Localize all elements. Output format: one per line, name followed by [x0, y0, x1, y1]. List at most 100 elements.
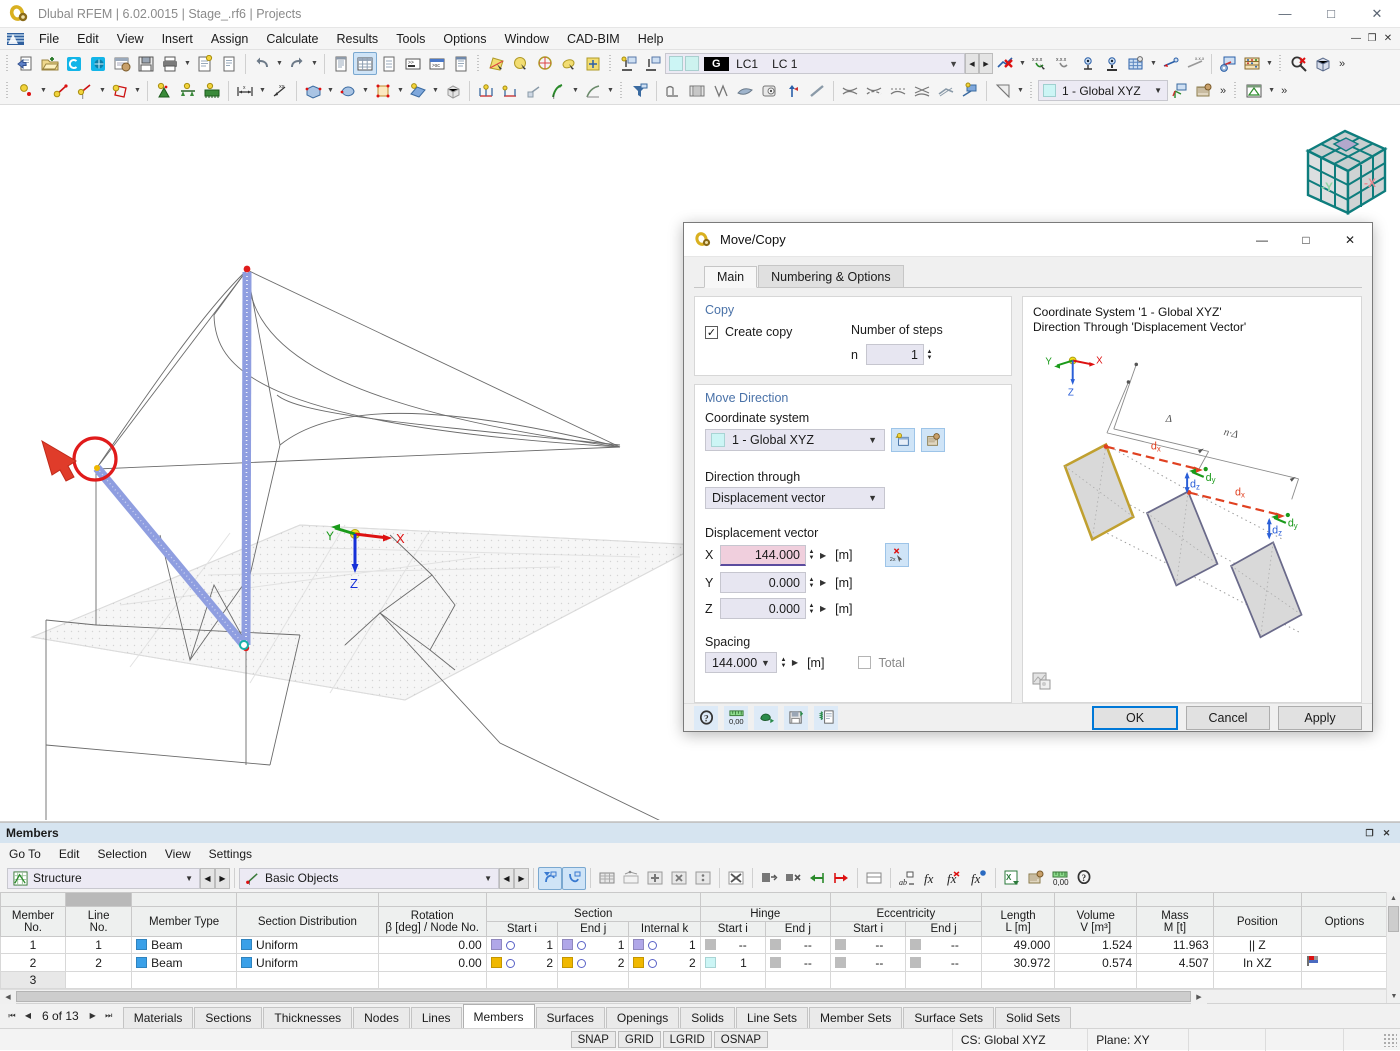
cell-mass[interactable]: 4.507: [1136, 953, 1214, 972]
tab-prev-button[interactable]: ◀: [20, 1006, 36, 1026]
col-mass[interactable]: Mass M [t]: [1136, 906, 1214, 937]
solid-block-icon[interactable]: [301, 79, 325, 102]
work-plane-caret[interactable]: ▼: [1266, 79, 1277, 102]
tab-last-button[interactable]: ⏭: [101, 1006, 117, 1026]
scroll-left-arrow-icon[interactable]: ◀: [0, 989, 16, 1004]
cell-line-no[interactable]: 1: [65, 936, 133, 954]
new-line-icon[interactable]: [49, 79, 73, 102]
surface-set-caret[interactable]: ▼: [430, 79, 441, 102]
list-panel-icon[interactable]: [377, 52, 401, 75]
members-menu-view[interactable]: View: [156, 845, 200, 863]
col-hinge-start[interactable]: Start i: [699, 921, 766, 937]
window-minimize-button[interactable]: —: [1262, 0, 1308, 28]
table-view-icon[interactable]: [595, 867, 619, 890]
mdi-close-button[interactable]: ✕: [1380, 31, 1396, 47]
window-close-button[interactable]: ✕: [1354, 0, 1400, 28]
solid-shape-caret[interactable]: ▼: [360, 79, 371, 102]
displacement-x-expand-icon[interactable]: ▶: [817, 551, 829, 560]
show-numbering-icon[interactable]: x.x.x: [1028, 52, 1052, 75]
cell-ecc-start[interactable]: [829, 971, 907, 989]
cell-hinge-end[interactable]: --: [764, 936, 831, 954]
edit-coordinate-system-button[interactable]: [921, 428, 945, 452]
dialog-maximize-button[interactable]: □: [1284, 223, 1328, 257]
col-section-start[interactable]: Start i: [485, 921, 559, 937]
delete-results-icon[interactable]: [993, 52, 1017, 75]
cell-rotation[interactable]: 0.00: [377, 936, 487, 954]
insert-left-icon[interactable]: [805, 867, 829, 890]
displacement-z-expand-icon[interactable]: ▶: [817, 604, 829, 613]
new-line-options-caret[interactable]: ▼: [97, 79, 108, 102]
structure-prev-button[interactable]: ◀: [200, 867, 215, 889]
redo-dropdown-caret[interactable]: ▼: [309, 52, 320, 75]
members-menu-edit[interactable]: Edit: [50, 845, 89, 863]
opening-icon[interactable]: [371, 79, 395, 102]
chevron-down-icon[interactable]: ▼: [1154, 86, 1162, 95]
menu-item-cad-bim[interactable]: CAD-BIM: [558, 30, 629, 48]
report-panel-icon[interactable]: [449, 52, 473, 75]
osnap-toggle-button[interactable]: OSNAP: [713, 1031, 769, 1048]
structure-selector[interactable]: Structure ▼: [7, 867, 200, 889]
dialog-tab-main[interactable]: Main: [704, 266, 758, 288]
cell-position[interactable]: In XZ: [1212, 953, 1302, 972]
navigator-icon[interactable]: [329, 52, 353, 75]
load-case-selector[interactable]: G LC1 LC 1 ▼: [665, 53, 965, 74]
render-settings-icon[interactable]: [1216, 52, 1240, 75]
hscroll-thumb[interactable]: [16, 991, 1191, 1002]
tab-surfaces[interactable]: Surfaces: [535, 1007, 605, 1028]
rename-icon[interactable]: ab: [895, 867, 919, 890]
cell-position[interactable]: [1212, 971, 1302, 989]
table-horizontal-scrollbar[interactable]: ◀ ▶: [0, 989, 1400, 1004]
members-menu-settings[interactable]: Settings: [200, 845, 261, 863]
cell-length[interactable]: 49.000: [980, 936, 1056, 954]
create-copy-checkbox[interactable]: ✓: [705, 325, 718, 339]
show-loads-icon[interactable]: [1159, 52, 1183, 75]
cell-section-distribution[interactable]: Uniform: [236, 953, 379, 972]
grid-toggle-caret[interactable]: ▼: [1148, 52, 1159, 75]
col-ecc-start[interactable]: Start i: [829, 921, 907, 937]
new-surface-icon[interactable]: [108, 79, 132, 102]
result-diagram3-icon[interactable]: [886, 79, 910, 102]
menu-item-view[interactable]: View: [108, 30, 153, 48]
show-supports-icon[interactable]: [1076, 52, 1100, 75]
cell-hinge-start[interactable]: 1: [699, 953, 766, 972]
members-panel-close-button[interactable]: ✕: [1379, 826, 1394, 841]
tab-solids[interactable]: Solids: [680, 1007, 735, 1028]
cell-rotation[interactable]: 0.00: [377, 953, 487, 972]
cell-length[interactable]: 30.972: [980, 953, 1056, 972]
tab-openings[interactable]: Openings: [605, 1007, 680, 1028]
toolbar-grip[interactable]: [608, 54, 614, 73]
dialog-close-button[interactable]: ✕: [1328, 223, 1372, 257]
table-row[interactable]: 2 2 Beam Uniform 0.00 2 2 2 1 -- -- -- 3…: [0, 953, 1389, 972]
tab-nodes[interactable]: Nodes: [353, 1007, 410, 1028]
undo-icon[interactable]: [250, 52, 274, 75]
scroll-up-arrow-icon[interactable]: ▲: [1387, 892, 1400, 905]
toolbar-grip[interactable]: [476, 54, 482, 73]
select-objects-icon[interactable]: [485, 52, 509, 75]
member-hinge2-icon[interactable]: [498, 79, 522, 102]
number-of-steps-stepper[interactable]: ▲ ▼: [924, 344, 935, 365]
new-node-caret[interactable]: ▼: [38, 79, 49, 102]
dialog-import-button[interactable]: [754, 705, 778, 730]
deformation-icon[interactable]: [709, 79, 733, 102]
cell-options[interactable]: [1300, 953, 1389, 972]
cell-section-internal[interactable]: 2: [628, 953, 701, 972]
members-panel-restore-button[interactable]: ❐: [1362, 826, 1377, 841]
chevron-down-icon[interactable]: ▼: [868, 435, 877, 445]
select-circle-icon[interactable]: [509, 52, 533, 75]
table-panel-icon[interactable]: [353, 52, 377, 75]
tab-next-button[interactable]: ▶: [85, 1006, 101, 1026]
extrude-icon[interactable]: [781, 79, 805, 102]
objects-next-button[interactable]: ▶: [514, 867, 529, 889]
col-position[interactable]: Position: [1212, 906, 1302, 937]
menu-item-help[interactable]: Help: [629, 30, 673, 48]
line-support-icon[interactable]: [176, 79, 200, 102]
mdi-system-icon[interactable]: [6, 31, 26, 47]
objects-selector[interactable]: I Basic Objects ▼: [239, 867, 499, 889]
toolbar-grip[interactable]: [5, 81, 11, 100]
window-maximize-button[interactable]: □: [1308, 0, 1354, 28]
calculator-icon[interactable]: [1240, 52, 1264, 75]
cell-options[interactable]: [1300, 971, 1389, 989]
print-icon[interactable]: [158, 52, 182, 75]
formula-info-icon[interactable]: fx: [967, 867, 991, 890]
surface-support-icon[interactable]: [200, 79, 224, 102]
